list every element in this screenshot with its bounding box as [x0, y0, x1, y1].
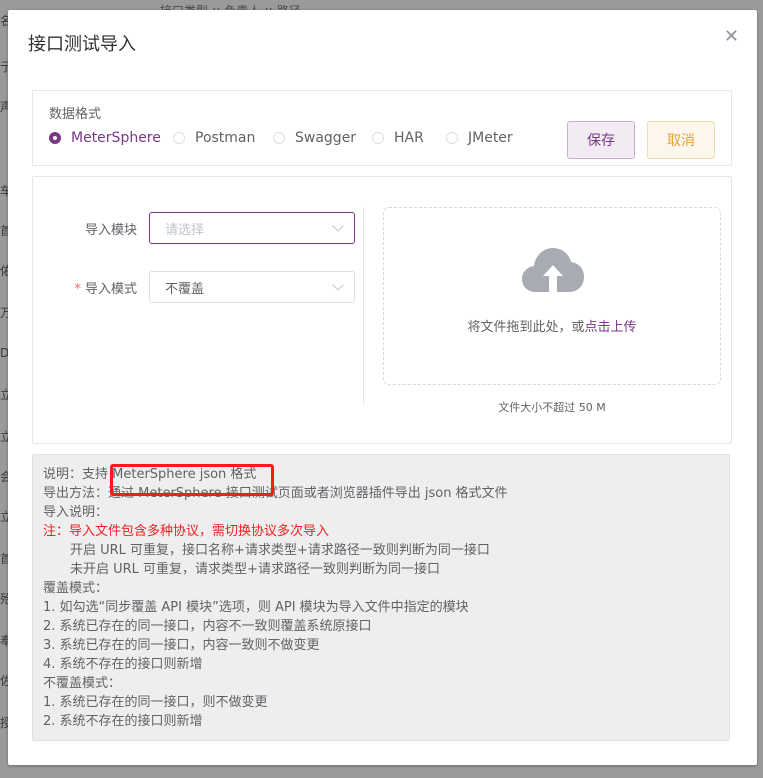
chevron-down-icon: [332, 220, 344, 232]
cancel-button[interactable]: 取消: [647, 121, 715, 159]
radio-label: MeterSphere: [71, 130, 161, 146]
divider: [363, 207, 364, 405]
import-mode-label-text: 导入模式: [84, 282, 137, 297]
desc-line: 导入说明：: [43, 505, 109, 520]
radio-unchecked-icon: [446, 132, 458, 144]
chevron-down-icon: [332, 279, 344, 291]
radio-checked-icon: [49, 132, 61, 144]
select-value: 不覆盖: [165, 281, 205, 297]
import-mode-select[interactable]: 不覆盖: [149, 271, 355, 303]
save-button[interactable]: 保存: [567, 121, 635, 159]
import-mode-label: * 导入模式: [47, 278, 137, 297]
desc-line: 导出方法：通过 MeterSphere 接口测试页面或者浏览器插件导出 json…: [43, 486, 508, 501]
upload-hint: 将文件拖到此处，或点击上传: [384, 316, 720, 335]
click-upload-link[interactable]: 点击上传: [585, 320, 637, 335]
radio-label: JMeter: [468, 130, 513, 146]
radio-unchecked-icon: [273, 132, 285, 144]
radio-label: Swagger: [295, 130, 357, 146]
radio-unchecked-icon: [372, 132, 384, 144]
radio-label: HAR: [394, 130, 424, 146]
import-dialog: 接口测试导入 ✕ 数据格式 MeterSphere Postman Swagge…: [8, 10, 757, 765]
import-module-label: 导入模块: [84, 223, 137, 238]
radio-jmeter[interactable]: JMeter: [446, 129, 513, 147]
data-format-panel: 数据格式 MeterSphere Postman Swagger HAR JMe…: [32, 90, 732, 166]
desc-warning-line: 注：导入文件包含多种协议，需切换协议多次导入: [43, 524, 330, 539]
desc-line: 3. 系统已存在的同一接口，内容一致则不做变更: [43, 638, 320, 653]
desc-line: 覆盖模式：: [43, 581, 109, 596]
desc-line: 说明：支持 MeterSphere json 格式: [43, 467, 257, 482]
upload-text: 将文件拖到此处，或: [467, 320, 585, 335]
upload-size-tip: 文件大小不超过 50 M: [498, 401, 606, 414]
desc-line: 1. 系统已存在的同一接口，则不做变更: [43, 695, 268, 710]
desc-line: 开启 URL 可重复，接口名称+请求类型+请求路径一致则判断为同一接口: [70, 543, 490, 558]
required-mark: *: [74, 282, 81, 297]
desc-line: 不覆盖模式：: [43, 676, 122, 691]
import-module-select[interactable]: 请选择: [149, 212, 355, 244]
radio-label: Postman: [195, 130, 256, 146]
desc-line: 未开启 URL 可重复，请求类型+请求路径一致则判断为同一接口: [70, 562, 440, 577]
radio-metersphere[interactable]: MeterSphere: [49, 129, 161, 147]
radio-har[interactable]: HAR: [372, 129, 424, 147]
radio-unchecked-icon: [173, 132, 185, 144]
import-description: 说明：支持 MeterSphere json 格式 导出方法：通过 MeterS…: [32, 454, 730, 741]
desc-line: 4. 系统不存在的接口则新增: [43, 657, 203, 672]
desc-line: 2. 系统已存在的同一接口，内容不一致则覆盖系统原接口: [43, 619, 372, 634]
close-icon[interactable]: ✕: [724, 26, 739, 47]
desc-line: 2. 系统不存在的接口则新增: [43, 714, 203, 729]
data-format-label: 数据格式: [49, 107, 102, 122]
select-placeholder: 请选择: [165, 222, 205, 238]
cloud-upload-icon: [522, 248, 584, 292]
dialog-title: 接口测试导入: [28, 34, 136, 55]
radio-swagger[interactable]: Swagger: [273, 129, 356, 147]
desc-line: 1. 如勾选“同步覆盖 API 模块”选项，则 API 模块为导入文件中指定的模…: [43, 600, 469, 615]
upload-dropzone[interactable]: 将文件拖到此处，或点击上传: [383, 207, 721, 385]
radio-postman[interactable]: Postman: [173, 129, 255, 147]
import-form-panel: 导入模块 请选择 * 导入模式 不覆盖 将文件拖到此处，或点击上传 文件大小不超过…: [32, 176, 732, 444]
